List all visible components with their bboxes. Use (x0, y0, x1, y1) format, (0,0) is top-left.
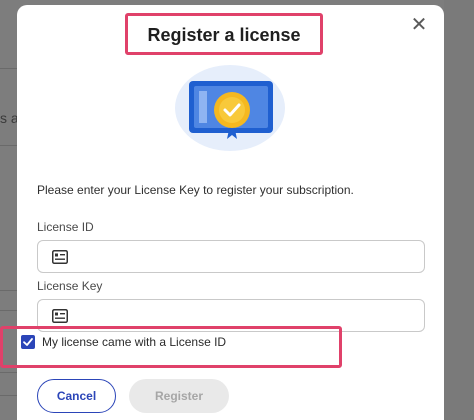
id-card-icon (52, 309, 68, 323)
id-card-icon (52, 250, 68, 264)
intro-text: Please enter your License Key to registe… (37, 183, 354, 197)
license-key-label: License Key (37, 279, 103, 293)
certificate-illustration (175, 65, 285, 151)
register-button[interactable]: Register (129, 379, 229, 413)
checkmark-icon (23, 338, 33, 346)
license-id-label: License ID (37, 220, 94, 234)
checkbox-label[interactable]: My license came with a License ID (42, 335, 226, 349)
license-id-checkbox[interactable] (21, 335, 35, 349)
title-highlight: Register a license (125, 13, 323, 55)
cancel-button[interactable]: Cancel (37, 379, 116, 413)
close-icon[interactable]: ✕ (409, 15, 429, 35)
license-id-field[interactable] (37, 240, 425, 273)
dialog-title: Register a license (147, 25, 301, 45)
background-right-panel (444, 0, 474, 420)
